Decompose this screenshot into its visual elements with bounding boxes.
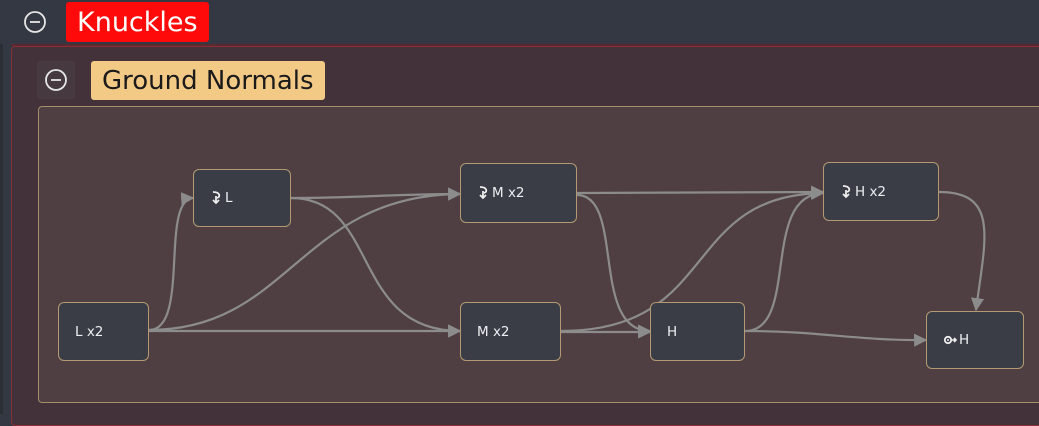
node-l-x2[interactable]: L x2 xyxy=(58,302,149,361)
node-label: L x2 xyxy=(75,323,104,340)
edge-mx2top-to-hx2top xyxy=(576,185,825,199)
fall-arrow-icon xyxy=(210,191,223,205)
node-h-output[interactable]: H xyxy=(926,311,1024,369)
fall-arrow-icon xyxy=(840,184,853,199)
edge-h-to-hout xyxy=(744,329,928,347)
node-label: M x2 xyxy=(477,323,510,340)
edge-l-to-mx2 xyxy=(290,196,462,338)
node-label: M x2 xyxy=(492,185,525,201)
node-label: L xyxy=(225,190,233,206)
fall-arrow-icon xyxy=(477,186,490,200)
node-label: H x2 xyxy=(855,183,887,200)
edge-hx2top-to-hout xyxy=(938,190,986,312)
node-label: H xyxy=(667,323,678,340)
node-m-x2-top[interactable]: M x2 xyxy=(460,163,577,223)
node-label: H xyxy=(959,332,970,348)
node-h[interactable]: H xyxy=(650,302,745,361)
edge-lx2-to-l xyxy=(148,192,195,332)
edge-h-to-hx2top xyxy=(744,186,825,333)
node-l[interactable]: L xyxy=(193,169,291,227)
gear-arrow-icon xyxy=(943,334,957,346)
node-m-x2[interactable]: M x2 xyxy=(460,302,561,361)
edge-mx2top-to-h xyxy=(576,193,652,338)
node-h-x2-top[interactable]: H x2 xyxy=(823,162,939,221)
